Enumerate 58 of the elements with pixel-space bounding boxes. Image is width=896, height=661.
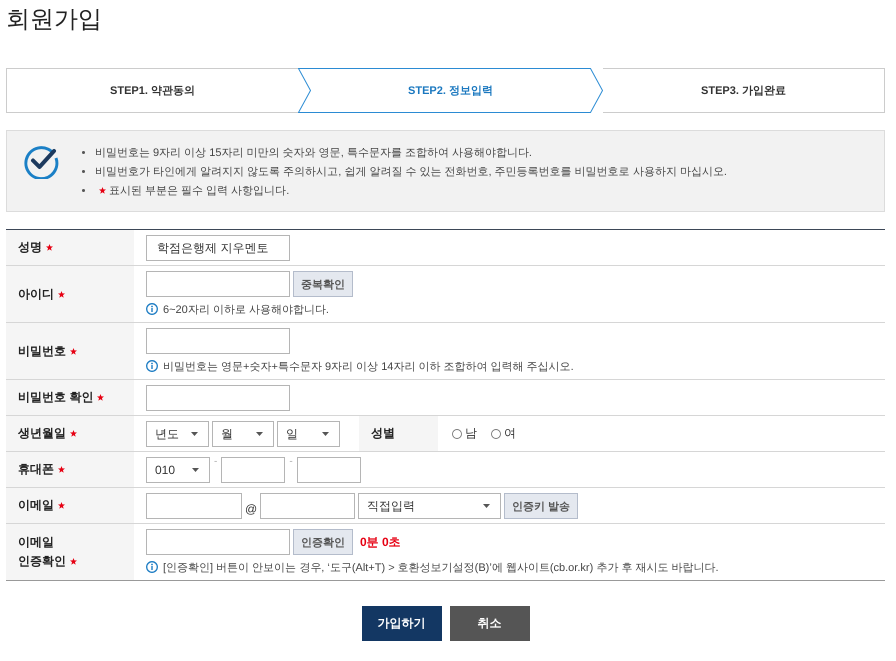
input-field[interactable] [146,493,242,519]
radio-icon[interactable] [491,428,501,438]
step-indicator: STEP1. 약관동의 [6,68,298,113]
input-field[interactable] [146,385,290,411]
info-icon [146,303,158,315]
submit-button[interactable]: 취소 [450,606,530,641]
step-indicator: STEP3. 가입완료 [603,68,885,113]
field-label: 이메일 [18,497,54,514]
input-field[interactable]: 학점은행제 지우멘토 [146,235,290,261]
separator-text: - [289,457,293,467]
step-indicator: STEP2. 정보입력 [298,68,603,113]
hint-text: [인증확인] 버튼이 안보이는 경우, ‘도구(Alt+T) > 호환성보기설정(B)’에 웹사이트(cb.or.kr) 추가 후 재시도 바랍니다. [163,560,719,574]
caret-down-icon [256,432,263,436]
radio-option[interactable]: 남 [452,425,477,442]
notice-text: 비밀번호는 9자리 이상 15자리 미만의 숫자와 영문, 특수문자를 조합하여 사용해야합니다. [95,146,532,160]
form-button[interactable]: 인증확인 [293,529,353,555]
dropdown[interactable]: 년도 [146,421,209,447]
submit-button[interactable]: 가입하기 [362,606,442,641]
dropdown[interactable]: 010 [146,457,210,483]
hint-text: 비밀번호는 영문+숫자+특수문자 9자리 이상 14자리 이하 조합하여 입력해 주십시오. [163,360,574,374]
input-field[interactable] [221,457,286,483]
dropdown[interactable]: 일 [277,421,340,447]
info-icon [146,360,158,372]
field-label: 성별 [371,425,395,442]
input-field[interactable] [296,457,361,483]
caret-down-icon [192,468,199,472]
input-field[interactable] [146,529,290,555]
bullet-icon [82,189,85,192]
check-circle-icon [23,143,59,179]
form-button[interactable]: 인증키 발송 [504,493,578,519]
field-label: 휴대폰 [18,461,54,478]
field-label: 비밀번호 [18,342,66,360]
caret-down-icon [483,504,490,508]
countdown-timer: 0분 0초 [360,534,401,550]
radio-icon[interactable] [452,428,462,438]
input-field[interactable] [146,328,290,354]
info-icon [146,561,158,573]
dropdown[interactable]: 직접입력 [358,493,502,519]
separator-text: - [214,457,218,467]
field-label: 비밀번호 확인 [18,389,94,406]
hint-text: 6~20자리 이하로 사용해야합니다. [163,302,329,316]
field-label: 생년월일 [18,425,66,442]
input-field[interactable] [146,271,290,297]
caret-down-icon [191,432,198,436]
field-label: 아이디 [18,286,54,302]
radio-option[interactable]: 여 [491,425,516,442]
notice-text: 비밀번호가 타인에게 알려지지 않도록 주의하시고, 쉽게 알려질 수 있는 전화번호, 주민등록번호를 비밀번호로 사용하지 마십시오. [95,165,727,179]
input-field[interactable] [260,493,356,519]
page-title: 회원가입 [6,5,102,35]
caret-down-icon [322,432,329,436]
form-button[interactable]: 중복확인 [293,271,353,297]
notice-text: 표시된 부분은 필수 입력 사항입니다. [109,184,290,198]
bullet-icon [82,170,85,173]
field-label: 성명 [18,239,42,256]
bullet-icon [82,151,85,154]
dropdown[interactable]: 월 [212,421,274,447]
at-sign-text: @ [245,502,258,516]
field-label: 이메일 인증확인 [18,534,66,570]
